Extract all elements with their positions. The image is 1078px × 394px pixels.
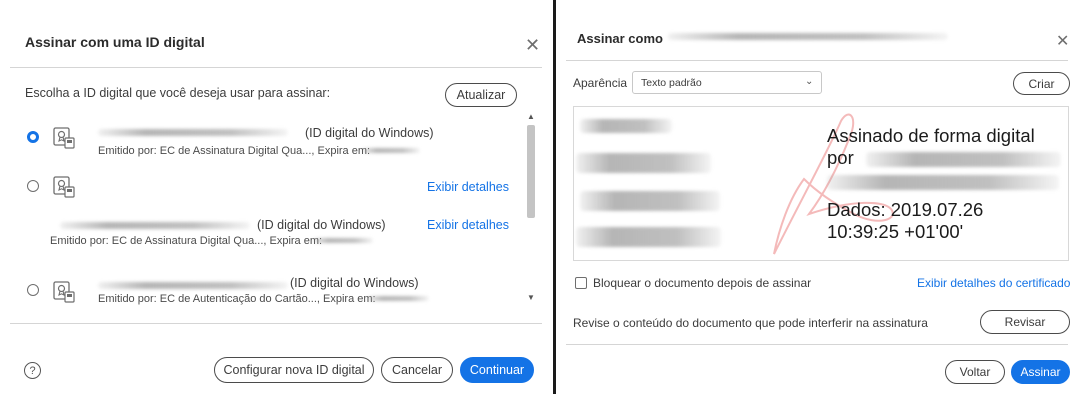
redacted-expiry: [313, 238, 373, 243]
dialog-title: Assinar como: [577, 31, 663, 46]
redacted-name-line: [576, 153, 711, 173]
certificate-icon: [53, 176, 75, 198]
redacted-signer-name: [668, 33, 948, 40]
redacted-expiry: [362, 148, 420, 153]
certificate-icon: [53, 127, 75, 149]
id-radio-1[interactable]: [27, 131, 39, 143]
sign-button[interactable]: Assinar: [1011, 360, 1070, 384]
redacted-name: [60, 222, 250, 229]
signature-time: 10:39:25 +01'00': [827, 221, 964, 242]
dialog-title: Assinar com uma ID digital: [25, 34, 205, 50]
id-issuer: Emitido por: EC de Autenticação do Cartã…: [98, 293, 376, 305]
divider: [10, 323, 542, 324]
cancel-button[interactable]: Cancelar: [381, 357, 453, 383]
divider: [10, 67, 542, 68]
chevron-down-icon: ⌄: [805, 76, 814, 87]
instruction-text: Escolha a ID digital que você deseja usa…: [25, 86, 331, 100]
id-type: (ID digital do Windows): [290, 276, 419, 290]
id-type: (ID digital do Windows): [257, 218, 386, 232]
help-icon[interactable]: ?: [24, 362, 41, 379]
sign-as-dialog: Assinar como ✕ Aparência Texto padrão ⌄ …: [556, 0, 1078, 394]
back-button[interactable]: Voltar: [945, 360, 1005, 384]
id-type: (ID digital do Windows): [305, 126, 434, 140]
close-icon[interactable]: ✕: [525, 36, 540, 54]
divider: [566, 344, 1068, 345]
id-issuer: Emitido por: EC de Assinatura Digital Qu…: [98, 145, 371, 157]
signature-line-1: Assinado de forma digital: [827, 125, 1035, 146]
appearance-label: Aparência: [573, 76, 628, 90]
view-details-link[interactable]: Exibir detalhes: [427, 218, 509, 232]
view-certificate-details-link[interactable]: Exibir detalhes do certificado: [917, 276, 1070, 290]
redacted-expiry: [367, 296, 429, 301]
signature-date: Dados: 2019.07.26: [827, 199, 984, 220]
redacted-name-line: [580, 119, 672, 133]
close-icon[interactable]: ✕: [1056, 34, 1069, 50]
redacted-name-line: [580, 191, 720, 211]
id-radio-4[interactable]: [27, 284, 39, 296]
id-issuer: Emitido por: EC de Assinatura Digital Qu…: [50, 235, 323, 247]
redacted-name: [98, 282, 288, 289]
signature-preview: Assinado de forma digital por Dados: 201…: [573, 106, 1069, 261]
appearance-value: Texto padrão: [641, 77, 702, 89]
lock-document-label: Bloquear o documento depois de assinar: [593, 276, 812, 290]
redacted-signer: [827, 175, 1059, 190]
scroll-up-icon[interactable]: ▲: [527, 113, 535, 121]
configure-new-id-button[interactable]: Configurar nova ID digital: [214, 357, 374, 383]
scrollbar-thumb[interactable]: [527, 125, 535, 218]
view-details-link[interactable]: Exibir detalhes: [427, 180, 509, 194]
refresh-button[interactable]: Atualizar: [445, 83, 517, 107]
id-radio-2[interactable]: [27, 180, 39, 192]
scroll-down-icon[interactable]: ▼: [527, 294, 535, 302]
sign-with-digital-id-dialog: Assinar com uma ID digital ✕ Escolha a I…: [0, 0, 552, 394]
appearance-select[interactable]: Texto padrão ⌄: [632, 71, 822, 94]
redacted-signer: [866, 152, 1061, 167]
continue-button[interactable]: Continuar: [460, 357, 534, 383]
divider: [566, 60, 1068, 61]
signature-line-2: por: [827, 147, 854, 168]
redacted-name-line: [576, 227, 721, 247]
create-button[interactable]: Criar: [1013, 72, 1070, 95]
review-text: Revise o conteúdo do documento que pode …: [573, 316, 928, 330]
certificate-icon: [53, 281, 75, 303]
review-button[interactable]: Revisar: [980, 310, 1070, 334]
redacted-name: [98, 129, 288, 136]
lock-document-checkbox[interactable]: [575, 277, 587, 289]
